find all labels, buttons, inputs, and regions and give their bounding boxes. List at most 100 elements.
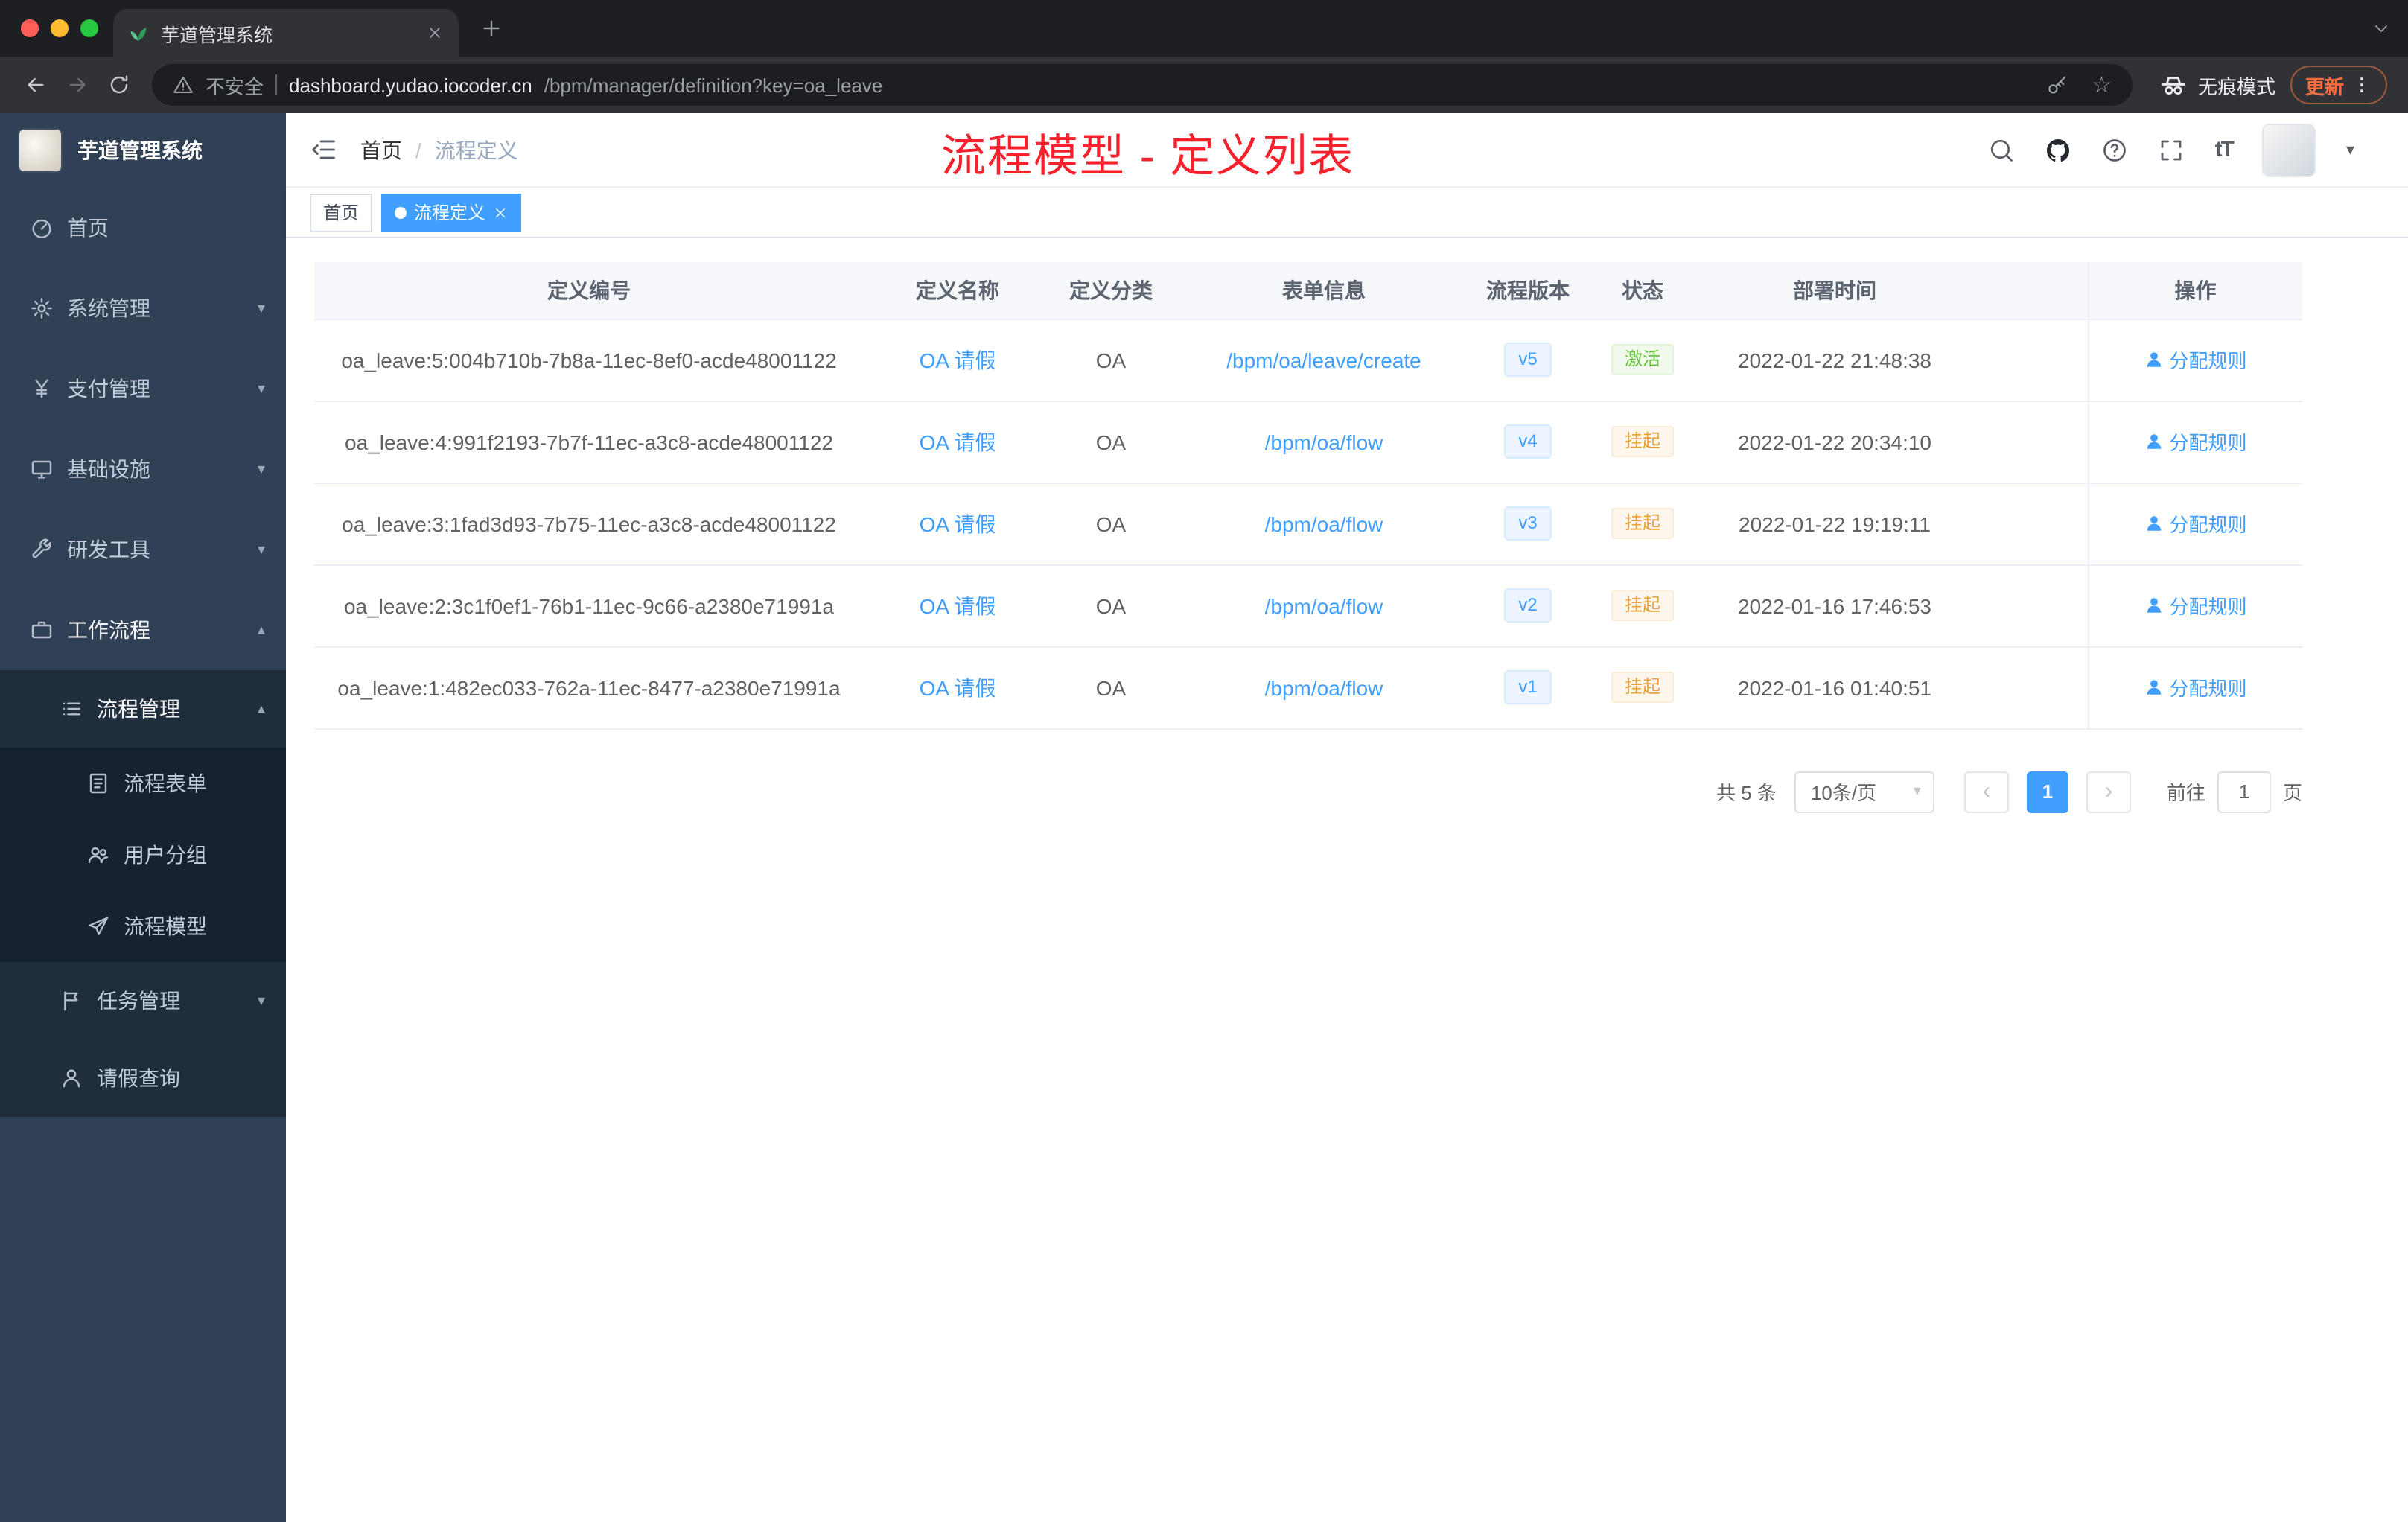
user-icon <box>2144 432 2163 451</box>
workflow-icon <box>30 618 54 642</box>
version-tag: v2 <box>1503 588 1552 623</box>
sidebar-toggle-button[interactable] <box>310 136 338 164</box>
update-button[interactable]: 更新 <box>2290 66 2387 104</box>
browser-menu-icon[interactable] <box>2351 74 2372 95</box>
chevron-down-icon <box>258 541 265 558</box>
logo-image <box>18 128 63 173</box>
sidebar-item-process-manage[interactable]: 流程管理 <box>0 670 286 748</box>
page-size-value: 10条/页 <box>1810 782 1877 804</box>
breadcrumb-separator: / <box>415 138 421 162</box>
github-icon[interactable] <box>2045 136 2072 163</box>
logo-title: 芋道管理系统 <box>77 138 203 162</box>
user-group-icon <box>86 843 110 867</box>
browser-window: 芋道管理系统 不安全 dashboard.yudao.iocoder.cn/bp… <box>0 0 2408 1522</box>
form-link[interactable]: /bpm/oa/flow <box>1265 512 1383 535</box>
tab-close-icon[interactable] <box>426 24 444 42</box>
assign-rule-link[interactable]: 分配规则 <box>2144 346 2247 374</box>
page-size-select[interactable]: 10条/页 <box>1794 771 1934 812</box>
tag-流程定义[interactable]: 流程定义 <box>381 193 522 232</box>
navbar: 首页 / 流程定义 tT <box>286 113 2408 188</box>
sidebar-item-process-model[interactable]: 流程模型 <box>0 891 286 962</box>
window-close-button[interactable] <box>21 19 39 37</box>
sidebar-item-label: 首页 <box>67 216 109 240</box>
form-link[interactable]: /bpm/oa/leave/create <box>1226 348 1421 372</box>
sidebar-item-home[interactable]: 首页 <box>0 188 286 268</box>
sidebar-item-infrastructure[interactable]: 基础设施 <box>0 429 286 509</box>
incognito-badge: 无痕模式 <box>2159 71 2275 99</box>
page-unit-label: 页 <box>2282 782 2302 804</box>
forward-button[interactable] <box>57 73 98 97</box>
password-key-icon[interactable] <box>2045 74 2068 96</box>
goto-page-input[interactable] <box>2217 771 2271 812</box>
definition-table: 定义编号 定义名称 定义分类 表单信息 流程版本 状态 部署时间 操作 oa_l… <box>314 262 2302 729</box>
tools-icon <box>30 538 54 561</box>
search-icon[interactable] <box>1989 136 2016 163</box>
sidebar-item-process-form[interactable]: 流程表单 <box>0 748 286 819</box>
tag-首页[interactable]: 首页 <box>310 193 373 232</box>
sidebar-item-user-group[interactable]: 用户分组 <box>0 819 286 891</box>
tab-favicon-icon <box>128 22 149 43</box>
breadcrumb-current: 流程定义 <box>434 138 518 162</box>
window-minimize-button[interactable] <box>51 19 69 37</box>
version-tag: v4 <box>1503 424 1552 459</box>
sidebar-item-devtools[interactable]: 研发工具 <box>0 509 286 590</box>
col-definition-id: 定义编号 <box>314 262 864 319</box>
sidebar-item-workflow[interactable]: 工作流程 <box>0 590 286 670</box>
cell-deploy-time: 2022-01-16 17:46:53 <box>1707 564 1963 647</box>
definition-name-link[interactable]: OA 请假 <box>920 512 996 535</box>
assign-rule-link[interactable]: 分配规则 <box>2144 591 2247 620</box>
cell-deploy-time: 2022-01-22 19:19:11 <box>1707 483 1963 565</box>
avatar[interactable] <box>2262 123 2316 176</box>
cell-definition-id: oa_leave:4:991f2193-7b7f-11ec-a3c8-acde4… <box>314 401 864 483</box>
reload-button[interactable] <box>98 73 140 97</box>
window-zoom-button[interactable] <box>80 19 98 37</box>
divider <box>275 74 278 95</box>
prev-page-button[interactable] <box>1963 771 2009 812</box>
definition-name-link[interactable]: OA 请假 <box>920 430 996 453</box>
url-host: dashboard.yudao.iocoder.cn <box>289 74 532 96</box>
col-process-version: 流程版本 <box>1477 262 1579 319</box>
form-link[interactable]: /bpm/oa/flow <box>1265 593 1383 617</box>
tag-label: 流程定义 <box>414 203 486 223</box>
address-bar[interactable]: 不安全 dashboard.yudao.iocoder.cn/bpm/manag… <box>152 64 2133 106</box>
sidebar-item-leave-query[interactable]: 请假查询 <box>0 1039 286 1117</box>
security-warning-icon[interactable] <box>173 74 194 95</box>
bookmark-star-icon[interactable] <box>2092 71 2112 98</box>
form-link[interactable]: /bpm/oa/flow <box>1265 675 1383 699</box>
assign-rule-link[interactable]: 分配规则 <box>2144 509 2247 538</box>
traffic-lights <box>21 19 98 37</box>
definition-name-link[interactable]: OA 请假 <box>920 348 996 372</box>
col-form-info: 表单信息 <box>1170 262 1477 319</box>
status-tag: 挂起 <box>1611 426 1674 457</box>
tags-view: 首页 流程定义 <box>286 188 2408 238</box>
fullscreen-icon[interactable] <box>2159 136 2185 163</box>
definition-name-link[interactable]: OA 请假 <box>920 593 996 617</box>
font-size-icon[interactable]: tT <box>2215 137 2235 162</box>
user-icon <box>2144 596 2163 615</box>
sidebar-item-task-manage[interactable]: 任务管理 <box>0 962 286 1039</box>
process-manage-icon <box>60 697 83 721</box>
main-area: 首页 / 流程定义 tT 流程模型 - 定义列表 首页流程定义 <box>286 113 2408 1522</box>
avatar-caret-icon[interactable] <box>2346 140 2354 159</box>
new-tab-button[interactable] <box>480 16 503 40</box>
table-row: oa_leave:2:3c1f0ef1-76b1-11ec-9c66-a2380… <box>314 564 2302 647</box>
assign-rule-link[interactable]: 分配规则 <box>2144 427 2247 456</box>
help-icon[interactable] <box>2102 136 2129 163</box>
assign-rule-link[interactable]: 分配规则 <box>2144 673 2247 701</box>
form-link[interactable]: /bpm/oa/flow <box>1265 430 1383 453</box>
sidebar-item-payment[interactable]: 支付管理 <box>0 348 286 429</box>
sidebar-logo[interactable]: 芋道管理系统 <box>0 113 286 188</box>
definition-name-link[interactable]: OA 请假 <box>920 675 996 699</box>
breadcrumb-home[interactable]: 首页 <box>360 135 402 165</box>
next-page-button[interactable] <box>2086 771 2131 812</box>
table-row: oa_leave:1:482ec033-762a-11ec-8477-a2380… <box>314 646 2302 729</box>
sidebar: 芋道管理系统 首页系统管理支付管理基础设施研发工具工作流程流程管理流程表单用户分… <box>0 113 286 1522</box>
cell-deploy-time: 2022-01-22 20:34:10 <box>1707 401 1963 483</box>
browser-tab[interactable]: 芋道管理系统 <box>113 9 459 57</box>
back-button[interactable] <box>15 73 57 97</box>
tab-search-button[interactable] <box>2372 19 2390 37</box>
sidebar-item-system[interactable]: 系统管理 <box>0 268 286 348</box>
app-frame: 芋道管理系统 首页系统管理支付管理基础设施研发工具工作流程流程管理流程表单用户分… <box>0 113 2408 1522</box>
tag-close-icon[interactable] <box>493 205 508 220</box>
page-number-button[interactable]: 1 <box>2026 771 2068 812</box>
